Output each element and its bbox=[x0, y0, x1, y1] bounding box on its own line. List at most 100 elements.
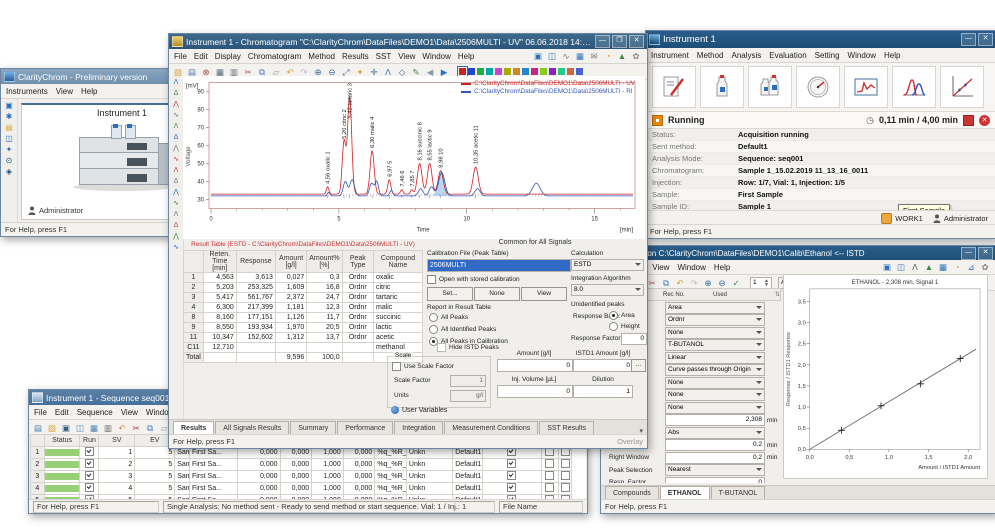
row-checkbox[interactable] bbox=[85, 459, 94, 468]
cell[interactable] bbox=[275, 343, 306, 353]
menu-item[interactable]: Window bbox=[848, 51, 876, 60]
cell[interactable] bbox=[307, 343, 342, 353]
cell[interactable]: acetic bbox=[373, 333, 422, 343]
settings-icon[interactable]: ✱ bbox=[4, 112, 15, 122]
open-sequence-icon[interactable]: ▨ bbox=[46, 422, 58, 434]
title-bar[interactable]: Calibration C:\ClarityChrom\DataFiles\DE… bbox=[601, 246, 995, 260]
menu-item[interactable]: Setting bbox=[815, 51, 840, 60]
cell[interactable] bbox=[558, 471, 572, 483]
menu-item[interactable]: View bbox=[121, 408, 138, 417]
property-dropdown[interactable]: None bbox=[665, 327, 765, 339]
user-variables-button[interactable]: User Variables bbox=[391, 406, 447, 414]
noise-icon[interactable]: ∿ bbox=[171, 111, 182, 121]
menu-item[interactable]: View bbox=[56, 87, 73, 96]
cell[interactable]: 217,399 bbox=[236, 303, 275, 313]
signal-color-swatch[interactable] bbox=[468, 68, 475, 75]
property-field[interactable]: 0 bbox=[665, 477, 765, 484]
cell[interactable]: Ordnr bbox=[342, 273, 373, 283]
cell[interactable] bbox=[558, 483, 572, 495]
istd-peak-icon[interactable]: ∿ bbox=[171, 243, 182, 253]
cell[interactable]: 11 bbox=[184, 333, 204, 343]
cell[interactable]: 1,181 bbox=[275, 303, 306, 313]
cell[interactable]: 1,312 bbox=[275, 333, 306, 343]
cell[interactable]: %q_%R_... bbox=[375, 471, 407, 483]
cell[interactable]: 0,000 bbox=[238, 483, 280, 495]
status-ok-indicator[interactable] bbox=[45, 461, 80, 468]
menu-item[interactable]: Window bbox=[422, 52, 450, 61]
window-button[interactable]: — bbox=[961, 33, 976, 46]
cell[interactable]: 1 bbox=[31, 447, 45, 459]
reject-peak-icon[interactable]: Λ bbox=[171, 210, 182, 220]
signal-color-swatch[interactable] bbox=[531, 68, 538, 75]
cell[interactable]: 5,203 bbox=[203, 283, 236, 293]
column-header[interactable]: Status bbox=[44, 435, 80, 447]
column-header[interactable]: Reten. Time [min] bbox=[203, 251, 236, 273]
cell[interactable]: Default1 bbox=[453, 483, 482, 495]
cell[interactable]: 4 bbox=[99, 483, 135, 495]
property-field[interactable]: 0,2 bbox=[665, 452, 765, 464]
cell[interactable] bbox=[44, 483, 80, 495]
status-ok-indicator[interactable] bbox=[45, 449, 80, 456]
cell[interactable]: 12,3 bbox=[307, 303, 342, 313]
cell[interactable]: 0,000 bbox=[280, 459, 312, 471]
response-base-option[interactable]: Height bbox=[609, 322, 640, 331]
cell[interactable]: 9 bbox=[184, 323, 204, 333]
window-button[interactable]: ✕ bbox=[978, 33, 993, 46]
cell[interactable]: malic bbox=[373, 303, 422, 313]
response-factor-field[interactable]: 0 bbox=[621, 333, 647, 345]
cell[interactable]: succinic bbox=[373, 313, 422, 323]
save-sequence-icon[interactable]: ▣ bbox=[60, 422, 72, 434]
cell[interactable]: 1 bbox=[99, 447, 135, 459]
zoom-in-icon[interactable]: ⊕ bbox=[702, 277, 714, 289]
cell[interactable]: 193,934 bbox=[236, 323, 275, 333]
more-button[interactable]: ... bbox=[631, 359, 646, 372]
scale-factor-field[interactable]: 1 bbox=[450, 375, 486, 387]
menu-item[interactable]: View bbox=[398, 52, 415, 61]
peak-start-icon[interactable]: Λ bbox=[171, 166, 182, 176]
signal-color-swatch[interactable] bbox=[486, 68, 493, 75]
use-scale-factor-checkbox[interactable]: Use Scale Factor bbox=[392, 362, 454, 371]
signal-color-swatch[interactable] bbox=[459, 68, 466, 75]
menu-item[interactable]: Results bbox=[342, 52, 369, 61]
cell[interactable]: 0,000 bbox=[280, 471, 312, 483]
cell[interactable] bbox=[44, 471, 80, 483]
cell[interactable]: 8,160 bbox=[203, 313, 236, 323]
inj-volume-field[interactable]: 0 bbox=[497, 385, 573, 398]
menu-item[interactable]: Edit bbox=[194, 52, 208, 61]
property-field[interactable]: 0,2 bbox=[665, 439, 765, 451]
cell[interactable]: Sample 1 bbox=[175, 459, 190, 471]
signal-color-swatch[interactable] bbox=[558, 68, 565, 75]
redo-icon[interactable]: ↷ bbox=[688, 277, 700, 289]
report-option[interactable]: All Peaks bbox=[429, 313, 508, 322]
cell[interactable] bbox=[80, 459, 99, 471]
title-bar[interactable]: Instrument 1 —✕ bbox=[646, 31, 995, 48]
cell[interactable] bbox=[482, 471, 541, 483]
row-checkbox[interactable] bbox=[85, 483, 94, 492]
chromatogram-icon[interactable] bbox=[892, 66, 936, 108]
property-dropdown[interactable]: Curve passes through Origin bbox=[665, 364, 765, 376]
clock-icon[interactable]: ◔ bbox=[602, 50, 614, 62]
signal-color-swatch[interactable] bbox=[549, 68, 556, 75]
cell[interactable]: 3,613 bbox=[236, 273, 275, 283]
window-button[interactable]: — bbox=[961, 247, 976, 260]
property-dropdown[interactable]: Area bbox=[665, 302, 765, 314]
set-button[interactable]: Set... bbox=[427, 287, 473, 301]
cell[interactable]: Unkn bbox=[406, 471, 452, 483]
cell[interactable]: First Sa... bbox=[189, 459, 237, 471]
cell[interactable] bbox=[482, 483, 541, 495]
cell[interactable]: 5 bbox=[135, 471, 175, 483]
cell[interactable] bbox=[80, 447, 99, 459]
signal-color-swatch[interactable] bbox=[477, 68, 484, 75]
cell[interactable] bbox=[541, 471, 558, 483]
cell[interactable]: 5 bbox=[135, 459, 175, 471]
curve-icon[interactable]: ⊿ bbox=[965, 261, 977, 273]
cell[interactable]: First Sa... bbox=[189, 471, 237, 483]
column-header[interactable]: Amount% [%] bbox=[307, 251, 342, 273]
cell[interactable]: 100,0 bbox=[307, 353, 342, 363]
none-button[interactable]: None bbox=[474, 287, 520, 301]
cell[interactable]: 253,325 bbox=[236, 283, 275, 293]
cell[interactable]: oxalic bbox=[373, 273, 422, 283]
table-icon[interactable]: ▦ bbox=[574, 50, 586, 62]
valley-icon[interactable]: Λ bbox=[171, 122, 182, 132]
property-dropdown[interactable]: T-BUTANOL bbox=[665, 339, 765, 351]
